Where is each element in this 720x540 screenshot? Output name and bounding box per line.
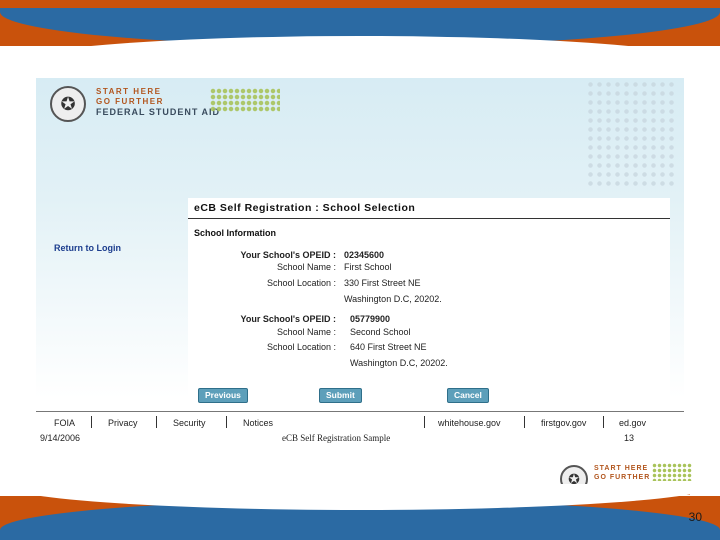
opeid-label-1: Your School's OPEID : — [240, 250, 336, 260]
logo-dots-small — [652, 463, 692, 481]
footer-divider — [36, 411, 684, 412]
opeid-value-2: 05779900 — [350, 314, 391, 324]
school-name-value-1: First School — [344, 262, 392, 272]
footer-link-firstgov[interactable]: firstgov.gov — [541, 418, 586, 428]
logo-line-3: FEDERAL STUDENT AID — [96, 107, 221, 117]
school-name-label-1: School Name : — [276, 262, 336, 272]
footer-separator — [226, 416, 227, 428]
footer-link-whitehouse[interactable]: whitehouse.gov — [438, 418, 501, 428]
footer-link-security[interactable]: Security — [173, 418, 206, 428]
submit-button[interactable]: Submit — [319, 388, 362, 403]
school-name-value-2: Second School — [350, 327, 411, 337]
slide-page-number: 30 — [688, 510, 702, 524]
footer-link-notices[interactable]: Notices — [243, 418, 273, 428]
department-seal-icon: ✪ — [50, 86, 86, 122]
footer-link-privacy[interactable]: Privacy — [108, 418, 138, 428]
footer-page-number: 13 — [624, 433, 635, 443]
logo-text: START HERE GO FURTHER FEDERAL STUDENT AI… — [96, 87, 220, 117]
school-address-1-line-2: Washington D.C, 20202. — [344, 294, 442, 304]
footer-separator — [156, 416, 157, 428]
footer-date: 9/14/2006 — [40, 433, 81, 443]
opeid-label-2: Your School's OPEID : — [240, 314, 336, 324]
footer-separator — [91, 416, 92, 428]
school-address-1-line-1: 330 First Street NE — [344, 278, 421, 288]
return-to-login-link[interactable]: Return to Login — [54, 243, 121, 253]
school-address-2-line-2: Washington D.C, 20202. — [350, 358, 448, 368]
title-divider — [188, 218, 670, 219]
logo-line-1: START HERE — [96, 87, 162, 96]
footer-link-foia[interactable]: FOIA — [54, 418, 75, 428]
previous-button[interactable]: Previous — [198, 388, 248, 403]
form-title: eCB Self Registration : School Selection — [194, 202, 416, 214]
decorative-dot-grid — [586, 80, 676, 190]
footer-separator — [524, 416, 525, 428]
footer-caption: eCB Self Registration Sample — [282, 433, 391, 443]
school-name-label-2: School Name : — [276, 327, 336, 337]
footer-link-edgov[interactable]: ed.gov — [619, 418, 646, 428]
logo-line-2: GO FURTHER — [96, 97, 164, 106]
footer-separator — [424, 416, 425, 428]
logo-dots — [210, 88, 280, 112]
cancel-button[interactable]: Cancel — [447, 388, 489, 403]
fsa-logo: ✪ START HERE GO FURTHER FEDERAL STUDENT … — [50, 86, 290, 126]
footer-separator — [603, 416, 604, 428]
school-location-label-1: School Location : — [266, 278, 336, 288]
screenshot-frame: ✪ START HERE GO FURTHER FEDERAL STUDENT … — [36, 78, 684, 458]
opeid-value-1: 02345600 — [344, 250, 385, 260]
school-location-label-2: School Location : — [266, 342, 336, 352]
school-address-2-line-1: 640 First Street NE — [350, 342, 427, 352]
registration-form-panel: eCB Self Registration : School Selection… — [188, 198, 670, 418]
section-label: School Information — [194, 228, 276, 238]
